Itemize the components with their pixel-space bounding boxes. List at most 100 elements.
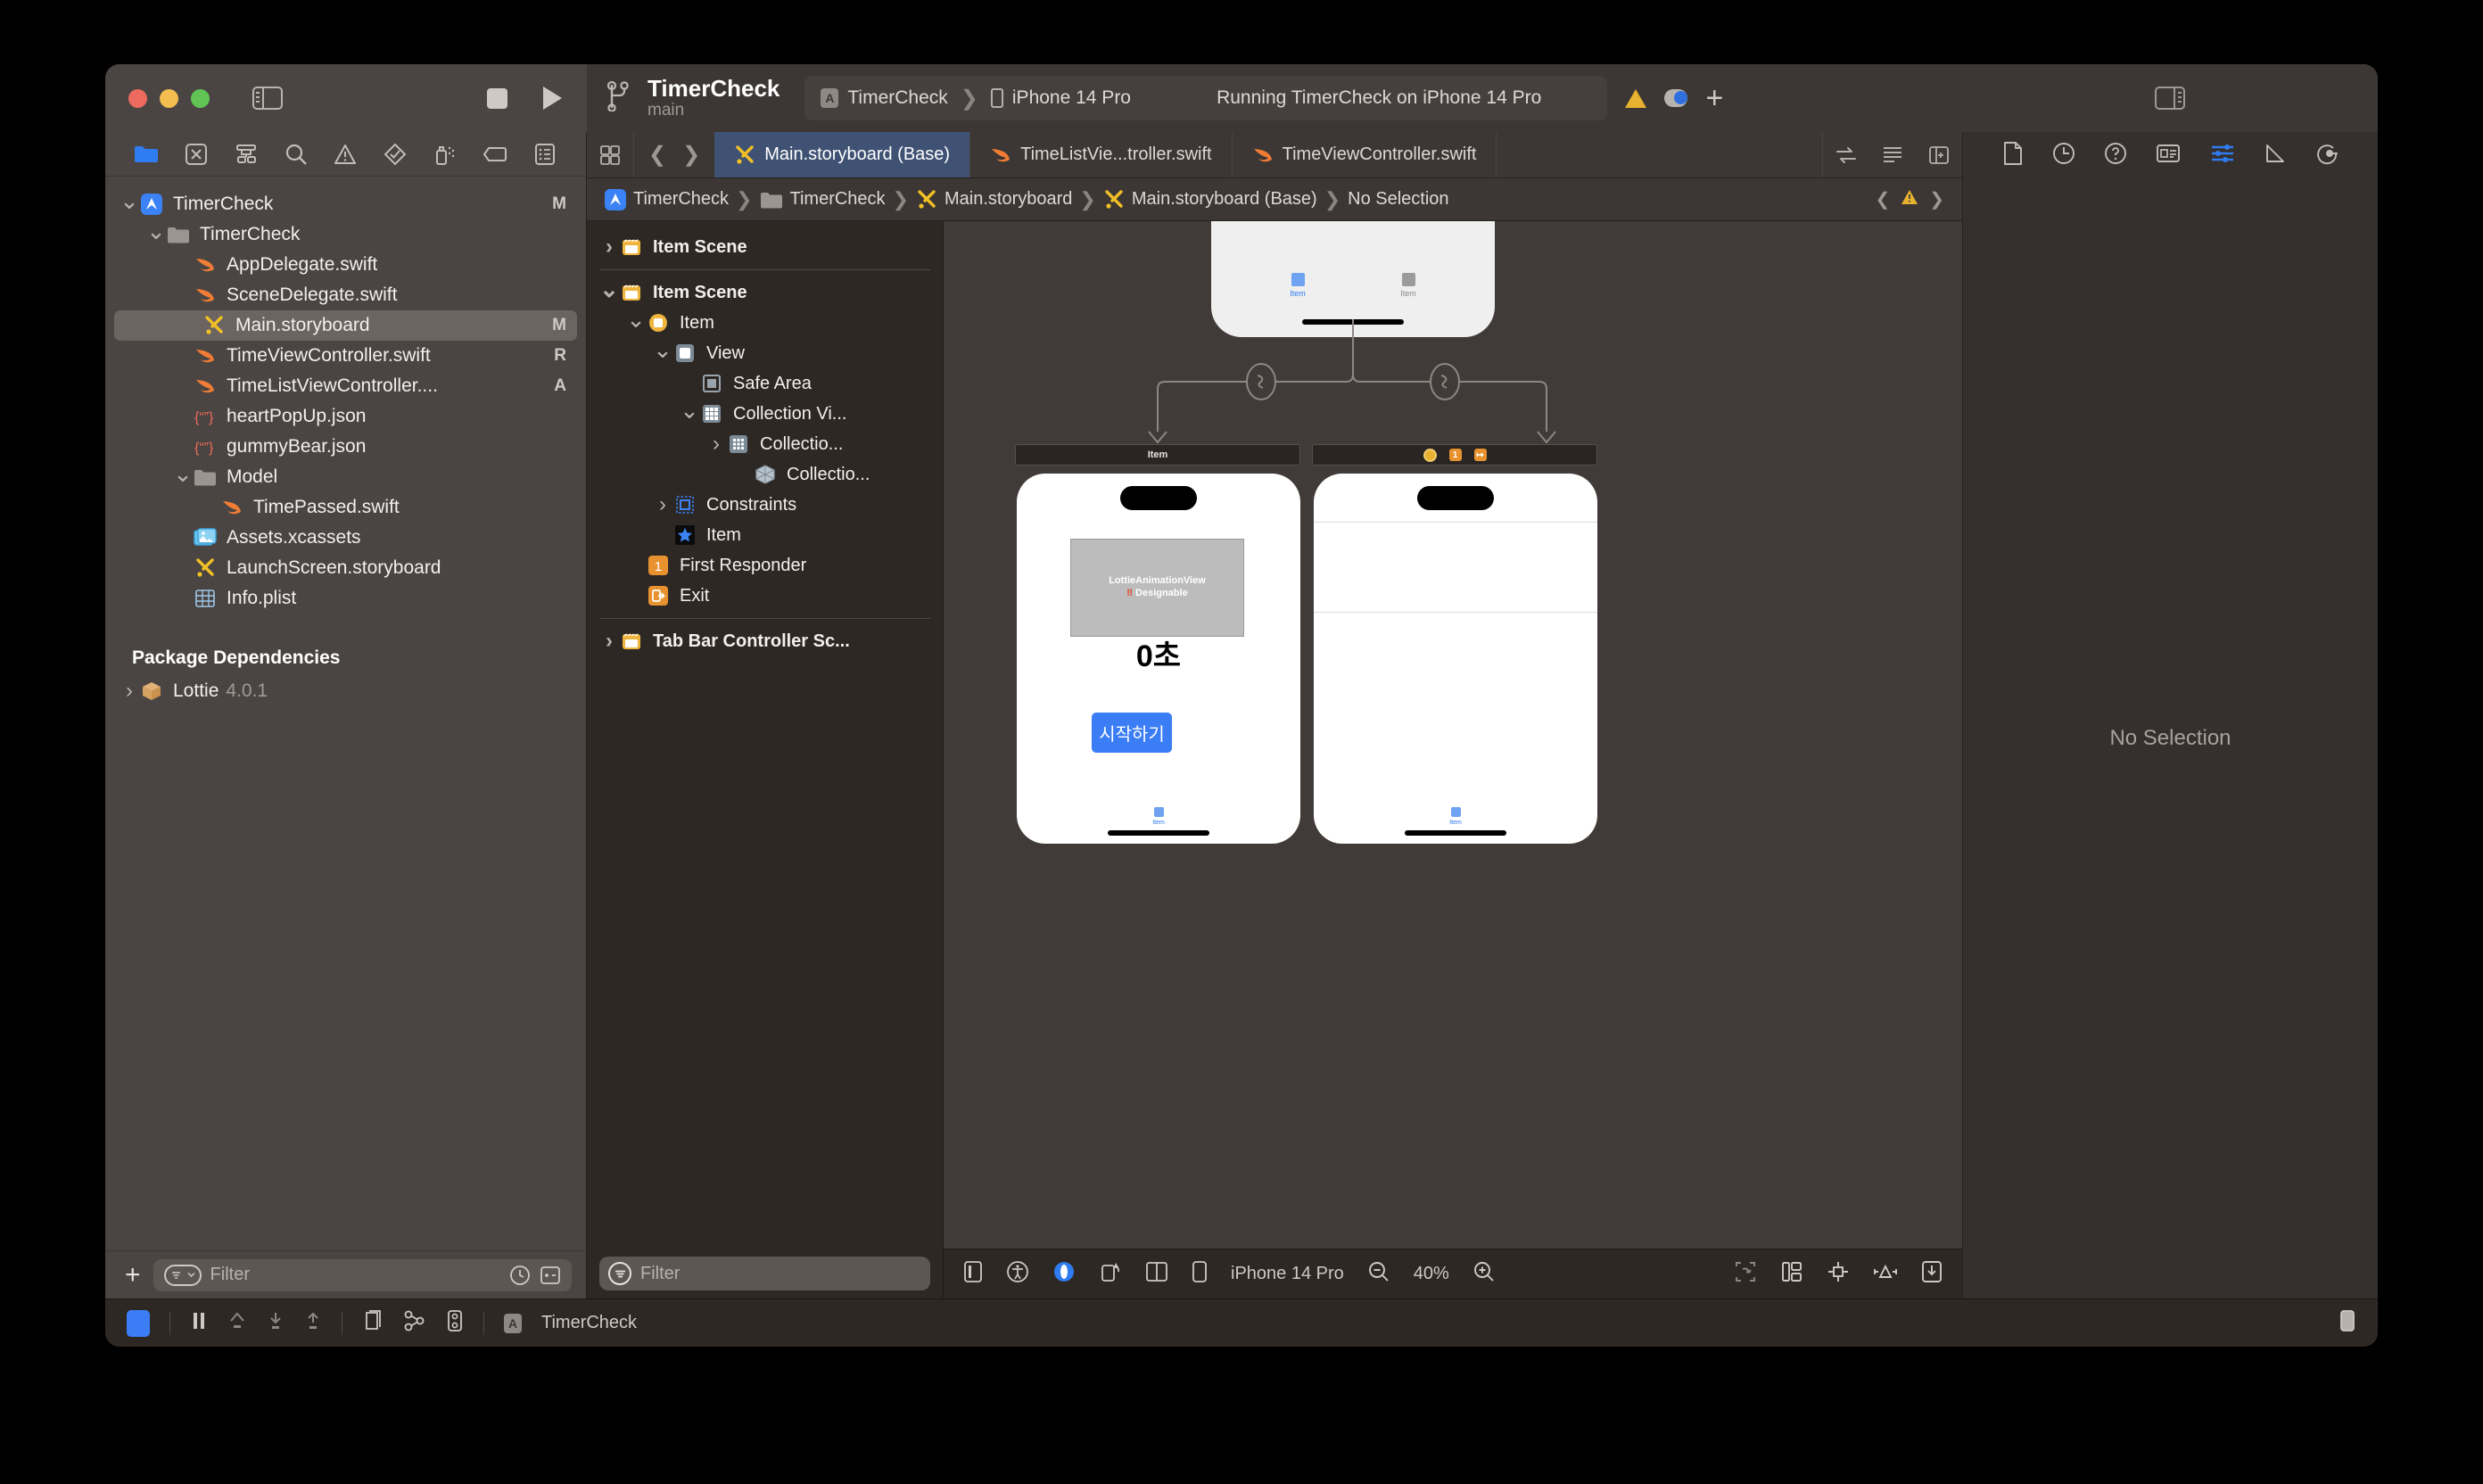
pause-icon[interactable] xyxy=(190,1310,208,1337)
outline-row[interactable]: › Constraints xyxy=(587,490,943,520)
editor-tab[interactable]: Main.storyboard (Base) xyxy=(714,132,971,177)
add-file-button[interactable]: + xyxy=(125,1261,141,1289)
minimize-button[interactable] xyxy=(160,88,178,108)
run-icon[interactable] xyxy=(543,87,562,110)
navigator-row[interactable]: ⌄ TimerCheck M xyxy=(105,189,586,219)
chevron-right-icon[interactable]: › xyxy=(599,629,619,654)
statusbar-scheme-label[interactable]: TimerCheck xyxy=(541,1313,637,1333)
file-inspector-icon[interactable] xyxy=(2002,141,2024,170)
stop-icon[interactable] xyxy=(487,87,507,109)
previous-issue-icon[interactable]: ❮ xyxy=(1875,188,1890,210)
chevron-down-icon[interactable]: ⌄ xyxy=(173,462,193,485)
navigator-row[interactable]: AppDelegate.swift xyxy=(105,250,586,280)
breadcrumb-item[interactable]: Main.storyboard (Base) xyxy=(1103,189,1317,210)
navigator-row[interactable]: {“”} gummyBear.json xyxy=(105,432,586,462)
scheme-name[interactable]: TimerCheck xyxy=(847,87,947,109)
align-icon[interactable] xyxy=(1827,1260,1850,1289)
symbol-hierarchy-icon[interactable] xyxy=(233,141,260,168)
first-responder-icon[interactable]: 1 xyxy=(1448,449,1462,461)
start-button[interactable]: 시작하기 xyxy=(1092,713,1172,753)
filter-options-icon[interactable] xyxy=(163,1264,202,1286)
tabbar-item-0[interactable]: Item xyxy=(1266,273,1329,298)
outline-row[interactable]: ⌄ Item xyxy=(587,308,943,338)
navigator-row[interactable]: Assets.xcassets xyxy=(105,523,586,553)
chevron-down-icon[interactable]: ⌄ xyxy=(680,399,699,422)
seconds-label[interactable]: 0초 xyxy=(1017,631,1300,675)
outline-row[interactable]: ⌄ Collection Vi... xyxy=(587,399,943,429)
navigator-row[interactable]: ⌄ Model xyxy=(105,462,586,492)
phone-left-tabbar-item[interactable]: Item xyxy=(1017,807,1300,826)
breadcrumb-item[interactable]: Main.storyboard xyxy=(916,189,1072,210)
activity-icon[interactable] xyxy=(127,1309,150,1337)
phone-right-tabbar-item[interactable]: Item xyxy=(1314,807,1597,826)
zoom-level-label[interactable]: 40% xyxy=(1414,1264,1449,1284)
breadcrumb-item[interactable]: TimerCheck xyxy=(760,189,886,210)
split-view-icon[interactable] xyxy=(1145,1261,1168,1288)
outline-row[interactable]: ⌄ View xyxy=(587,338,943,368)
editor-tab[interactable]: TimeListVie...troller.swift xyxy=(970,132,1233,177)
navigator-row[interactable]: Main.storyboard M xyxy=(114,310,577,341)
view-controller-icon[interactable] xyxy=(1423,448,1437,462)
navigator-row[interactable]: ⌄ TimerCheck xyxy=(105,219,586,250)
forward-icon[interactable]: ❯ xyxy=(682,142,700,168)
identity-inspector-icon[interactable] xyxy=(2156,144,2181,168)
debug-spray-icon[interactable] xyxy=(432,141,458,168)
document-outline-tree[interactable]: › Item Scene ⌄ Item Scene ⌄ Item ⌄ View Safe Are… xyxy=(587,221,943,1249)
navigator-row[interactable]: SceneDelegate.swift xyxy=(105,280,586,310)
outline-filter-field[interactable]: Filter xyxy=(599,1257,930,1290)
scene-bar-left[interactable]: Item xyxy=(1015,444,1300,466)
step-out-icon[interactable] xyxy=(304,1310,322,1337)
chevron-down-icon[interactable]: ⌄ xyxy=(120,189,139,212)
back-icon[interactable]: ❮ xyxy=(648,142,666,168)
navigator-row[interactable]: Info.plist xyxy=(105,583,586,614)
outline-row[interactable]: Item xyxy=(587,520,943,550)
plus-icon[interactable]: + xyxy=(1705,83,1723,113)
outline-row[interactable]: Exit xyxy=(587,581,943,611)
canvas-device-label[interactable]: iPhone 14 Pro xyxy=(1231,1264,1344,1284)
navigator-row[interactable]: TimeViewController.swift R xyxy=(105,341,586,371)
close-button[interactable] xyxy=(128,88,147,108)
breakpoint-tag-icon[interactable] xyxy=(482,141,508,168)
breadcrumb-item[interactable]: TimerCheck xyxy=(605,188,729,210)
assistant-editor-icon[interactable] xyxy=(1823,132,1869,177)
sidebar-toggle-icon[interactable] xyxy=(252,87,283,110)
filter-options-icon[interactable] xyxy=(608,1262,631,1285)
device-icon[interactable] xyxy=(1192,1260,1208,1289)
editor-tab[interactable]: TimeViewController.swift xyxy=(1233,132,1497,177)
outline-row[interactable]: › Collectio... xyxy=(587,429,943,459)
chevron-right-icon[interactable]: › xyxy=(599,235,619,260)
issue-warning-icon[interactable] xyxy=(1901,189,1918,210)
cloud-icon[interactable] xyxy=(1664,89,1688,107)
time-list-view-controller-phone[interactable]: Item xyxy=(1314,474,1597,844)
quick-help-icon[interactable] xyxy=(2104,142,2127,169)
tabbar-item-1[interactable]: Item xyxy=(1377,273,1439,298)
breadcrumb[interactable]: TimerCheck ❯ TimerCheck ❯ Main.storyboard ❯ Ma… xyxy=(587,178,1962,221)
size-inspector-icon[interactable] xyxy=(2264,143,2287,169)
lottie-animation-view[interactable]: LottieAnimationView ‼ Designable xyxy=(1070,539,1244,637)
chevron-right-icon[interactable]: › xyxy=(653,492,672,517)
accessibility-icon[interactable] xyxy=(1006,1260,1029,1289)
add-constraints-icon[interactable] xyxy=(1873,1261,1898,1288)
chevron-right-icon[interactable]: › xyxy=(120,679,139,704)
attributes-inspector-icon[interactable] xyxy=(2210,143,2235,169)
report-list-icon[interactable] xyxy=(532,141,558,168)
scene-bar-right[interactable]: 1 ↦ xyxy=(1312,444,1597,466)
update-frames-icon[interactable] xyxy=(1734,1260,1757,1289)
scheme-destination-pill[interactable]: A TimerCheck ❯ iPhone 14 Pro Running Tim… xyxy=(804,76,1608,120)
step-into-icon[interactable] xyxy=(267,1310,285,1337)
chevron-down-icon[interactable]: ⌄ xyxy=(146,219,166,243)
view-as-icon[interactable] xyxy=(963,1260,983,1289)
chevron-down-icon[interactable]: ⌄ xyxy=(626,308,646,331)
outline-row[interactable]: › Tab Bar Controller Sc... xyxy=(587,626,943,656)
navigator-row[interactable]: LaunchScreen.storyboard xyxy=(105,553,586,583)
project-navigator-tree[interactable]: ⌄ TimerCheck M ⌄ TimerCheck AppDelegate.swift… xyxy=(105,177,586,1250)
chevron-right-icon[interactable]: › xyxy=(706,432,726,457)
device-console-icon[interactable] xyxy=(2339,1309,2356,1338)
test-diamond-icon[interactable] xyxy=(382,141,408,168)
outline-row[interactable]: › Item Scene xyxy=(587,232,943,262)
minimap-icon[interactable] xyxy=(1869,132,1916,177)
package-row[interactable]: › Lottie 4.0.1 xyxy=(105,676,586,706)
step-over-icon[interactable] xyxy=(227,1310,247,1337)
tab-overview-button[interactable] xyxy=(587,132,633,177)
resolve-issues-icon[interactable] xyxy=(1921,1260,1943,1289)
